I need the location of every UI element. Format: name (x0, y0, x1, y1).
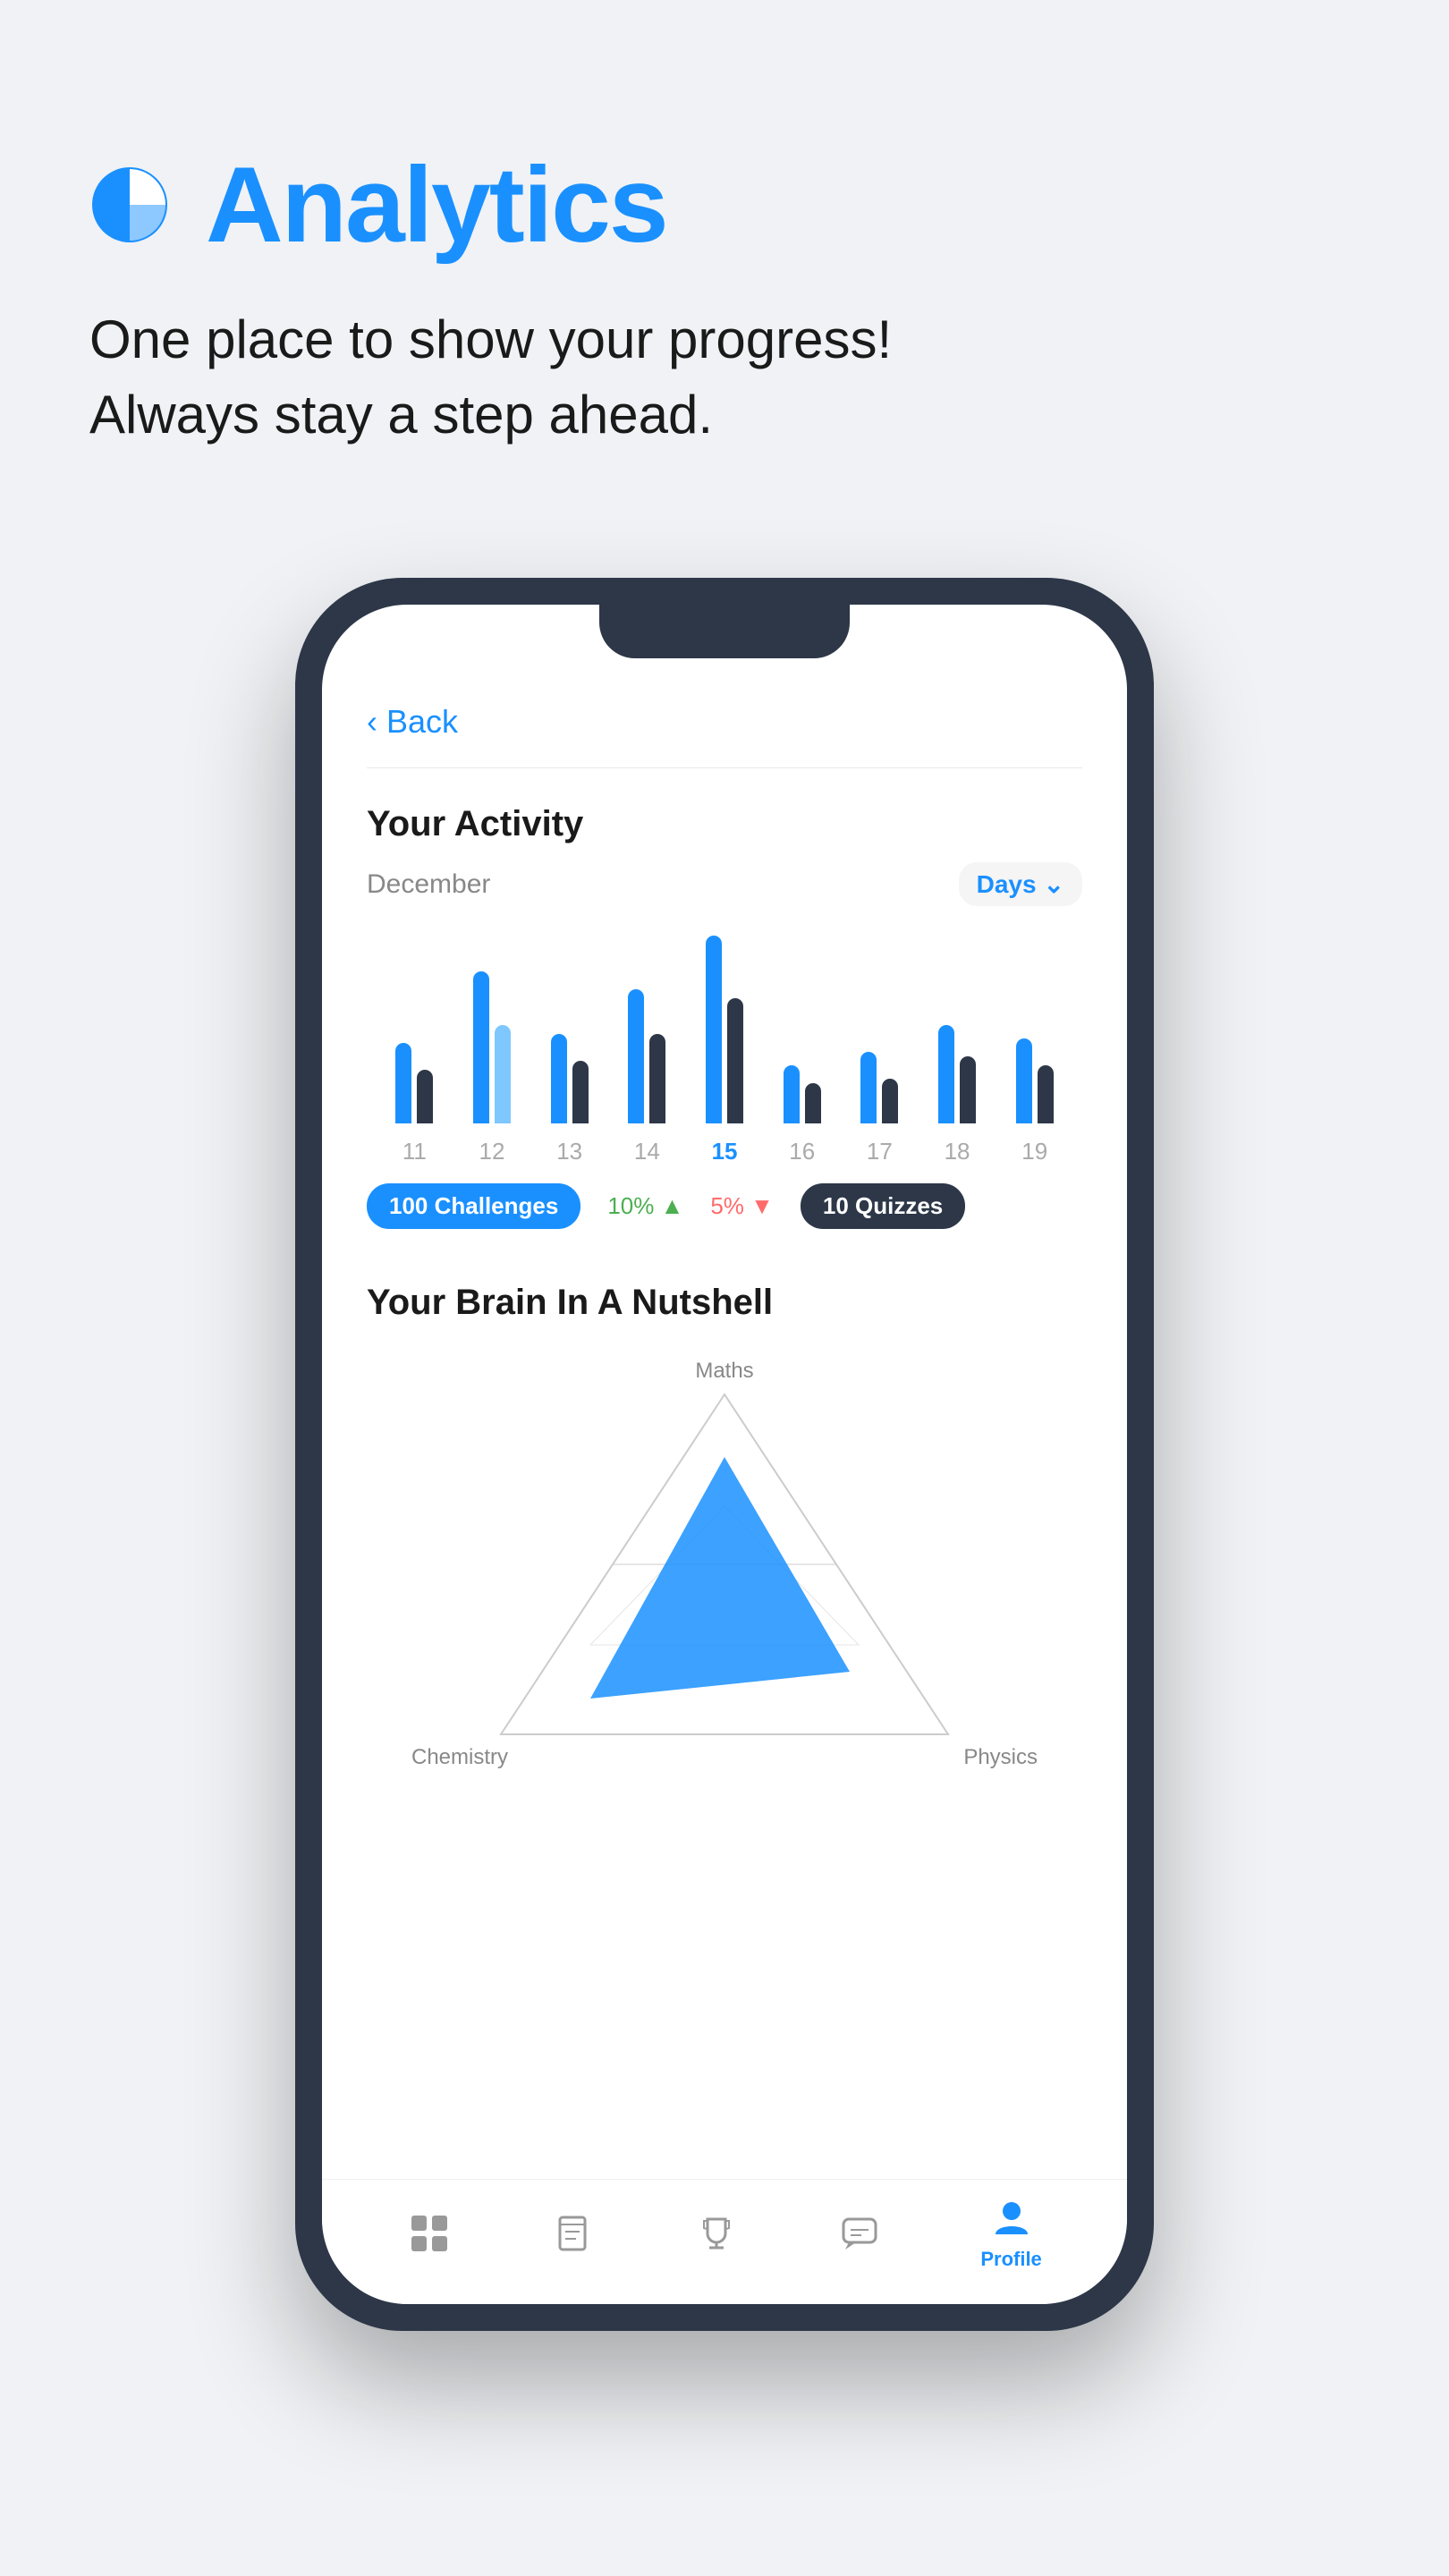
bottom-nav: Profile (322, 2179, 1127, 2304)
back-label: Back (386, 703, 458, 741)
phone-container: ‹ Back Your Activity December Days ⌄ (0, 578, 1449, 2510)
back-button[interactable]: ‹ Back (322, 676, 1127, 767)
bar-label-active: 15 (712, 1138, 738, 1165)
grid-icon (407, 2211, 452, 2256)
dropdown-chevron-icon: ⌄ (1044, 869, 1064, 899)
nav-item-home[interactable] (407, 2211, 452, 2256)
bar-group-14: 14 (608, 927, 686, 1165)
bar (805, 1083, 821, 1123)
trophy-icon (694, 2211, 739, 2256)
bar (495, 1025, 511, 1123)
challenges-badge: 100 Challenges (367, 1183, 580, 1229)
back-chevron-icon: ‹ (367, 703, 377, 741)
nav-item-trophy[interactable] (694, 2211, 739, 2256)
bar-group-11: 11 (376, 927, 453, 1165)
analytics-icon (89, 165, 170, 245)
bar-group-13: 13 (530, 927, 608, 1165)
phone-outer: ‹ Back Your Activity December Days ⌄ (295, 578, 1154, 2331)
bar (882, 1079, 898, 1123)
triangle-labels: Maths Chemistry Physics (367, 1350, 1082, 1779)
label-chemistry: Chemistry (411, 1745, 508, 1770)
phone-screen: ‹ Back Your Activity December Days ⌄ (322, 605, 1127, 2304)
bar-group-12: 12 (453, 927, 531, 1165)
label-physics: Physics (963, 1745, 1038, 1770)
bar (938, 1025, 954, 1123)
bar-label: 11 (402, 1138, 427, 1165)
nav-item-book[interactable] (550, 2211, 595, 2256)
activity-title: Your Activity (367, 804, 1082, 844)
bar-label: 19 (1021, 1138, 1047, 1165)
bar-label: 17 (867, 1138, 893, 1165)
bar (551, 1034, 567, 1123)
stat-change-up: 10% ▲ (607, 1192, 683, 1220)
bar-label: 13 (556, 1138, 582, 1165)
chat-icon (837, 2211, 882, 2256)
brain-section: Your Brain In A Nutshell Maths Chemistry… (322, 1265, 1127, 1815)
brain-title: Your Brain In A Nutshell (367, 1283, 1082, 1323)
bar (706, 936, 722, 1123)
book-icon (550, 2211, 595, 2256)
bar-group-17: 17 (841, 927, 919, 1165)
bar (649, 1034, 665, 1123)
stats-row: 100 Challenges 10% ▲ 5% ▼ 10 Quizzes (367, 1183, 1082, 1229)
bar (1038, 1065, 1054, 1123)
bar (727, 998, 743, 1123)
profile-nav-label: Profile (980, 2248, 1041, 2271)
bar-label: 18 (945, 1138, 970, 1165)
bar (784, 1065, 800, 1123)
bar (473, 971, 489, 1123)
header-section: Analytics One place to show your progres… (0, 0, 1449, 506)
activity-header: December Days ⌄ (367, 862, 1082, 906)
profile-icon (989, 2196, 1034, 2241)
bar-label: 12 (479, 1138, 505, 1165)
title-row: Analytics (89, 143, 1360, 267)
bar (1016, 1038, 1032, 1123)
quizzes-badge: 10 Quizzes (801, 1183, 965, 1229)
header-subtitle: One place to show your progress! Always … (89, 302, 1360, 453)
bar-label: 14 (634, 1138, 660, 1165)
bar-group-15: 15 (686, 927, 764, 1165)
bar-group-19: 19 (996, 927, 1073, 1165)
phone-notch (599, 605, 850, 658)
bar-label: 16 (789, 1138, 815, 1165)
bar (417, 1070, 433, 1123)
bar (395, 1043, 411, 1123)
bar (960, 1056, 976, 1123)
bar-chart: 11 12 (367, 933, 1082, 1165)
bar (860, 1052, 877, 1123)
bar (628, 989, 644, 1123)
bar-group-18: 18 (919, 927, 996, 1165)
activity-section: Your Activity December Days ⌄ (322, 768, 1127, 1265)
nav-item-profile[interactable]: Profile (980, 2196, 1041, 2271)
stat-change-down: 5% ▼ (710, 1192, 774, 1220)
month-label: December (367, 869, 490, 900)
label-maths: Maths (695, 1359, 753, 1384)
triangle-chart: Maths Chemistry Physics (367, 1350, 1082, 1779)
bar (572, 1061, 589, 1123)
nav-item-chat[interactable] (837, 2211, 882, 2256)
page-title: Analytics (206, 143, 667, 267)
days-dropdown[interactable]: Days ⌄ (959, 862, 1082, 906)
bar-group-16: 16 (763, 927, 841, 1165)
